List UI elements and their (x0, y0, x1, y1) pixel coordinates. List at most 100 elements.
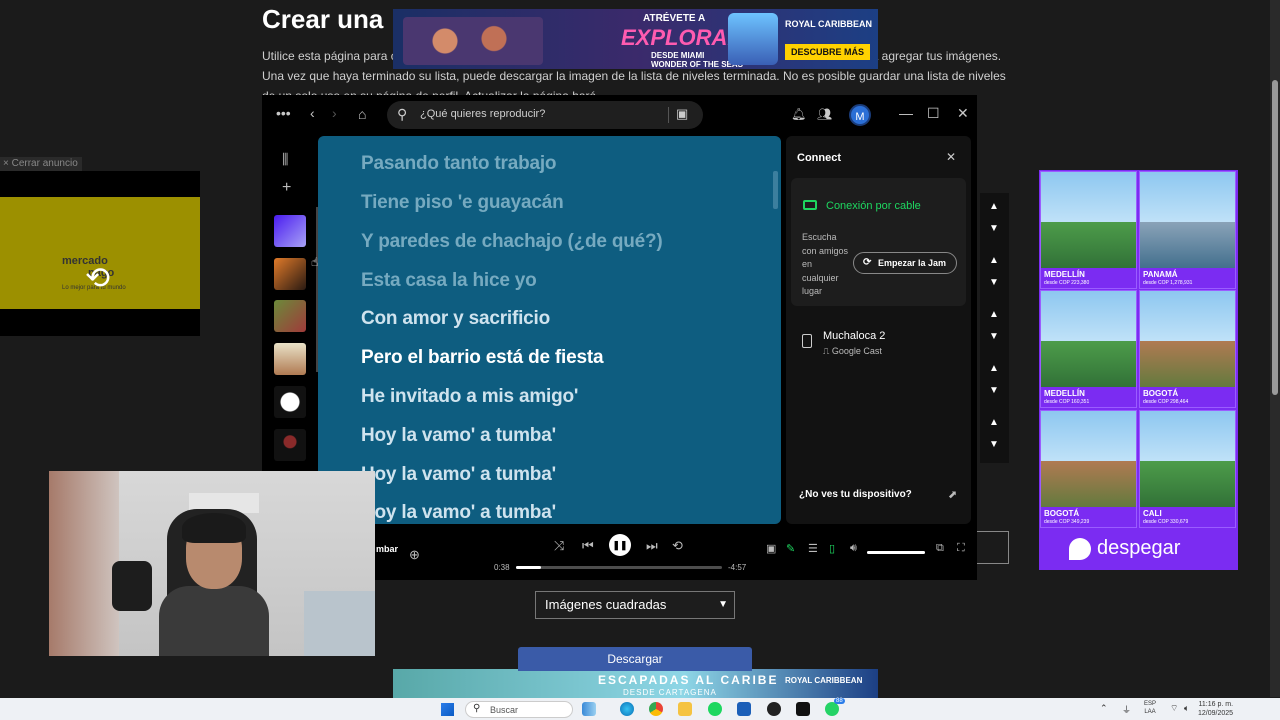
progress-bar[interactable] (516, 566, 722, 569)
close-icon[interactable]: ✕ (957, 105, 969, 122)
bottom-banner-ad[interactable]: ESCAPADAS AL CARIBE DESDE CARTAGENA ROYA… (393, 669, 878, 699)
more-options-icon[interactable]: ••• (276, 105, 291, 121)
speaker-icon[interactable]: 🔈︎ (1184, 703, 1189, 714)
spotify-search[interactable]: ⚲ ¿Qué quieres reproducir? ▣ (387, 101, 703, 129)
no-device-link[interactable]: ¿No ves tu dispositivo? (799, 489, 912, 500)
artist-cover[interactable] (274, 386, 306, 418)
close-ad-button[interactable]: × Cerrar anuncio (0, 157, 82, 171)
mini-player-icon[interactable]: ⧉ (936, 542, 944, 555)
volume-slider[interactable] (867, 551, 925, 554)
move-down-icon[interactable]: ▼ (989, 331, 999, 342)
move-down-icon[interactable]: ▼ (989, 385, 999, 396)
notification-badge: 88 (834, 698, 845, 704)
artist-cover[interactable] (274, 429, 306, 461)
previous-icon[interactable]: ⏮︎ (582, 538, 594, 554)
move-up-icon[interactable]: ▲ (989, 363, 999, 374)
left-ad[interactable]: mercado pago Lo mejor para tu mundo ⟲ (0, 171, 200, 336)
file-explorer-icon[interactable] (678, 702, 692, 716)
wired-connection-card[interactable]: Conexión por cable Escucha con amigos en… (791, 178, 966, 306)
back-icon[interactable]: ‹ (310, 105, 315, 121)
ad-tile-2[interactable]: PANAMÁ desde COP 1,278,931 (1139, 171, 1236, 289)
move-up-icon[interactable]: ▲ (989, 201, 999, 212)
scrollbar-thumb[interactable] (1272, 80, 1278, 395)
lyric-line[interactable]: Con amor y sacrificio (361, 308, 550, 330)
lyric-line[interactable]: Hoy la vamo' a tumba' (361, 464, 556, 486)
ad-cta-button[interactable]: DESCUBRE MÁS (785, 44, 871, 60)
artist-cover[interactable] (274, 343, 306, 375)
add-icon[interactable]: + (282, 179, 291, 197)
browse-icon[interactable]: ▣ (676, 106, 688, 122)
library-icon[interactable]: ⫼ (282, 151, 288, 168)
queue-icon[interactable]: ☰ (808, 542, 818, 555)
lyric-line[interactable]: Pasando tanto trabajo (361, 153, 557, 175)
windows-start-icon[interactable] (441, 703, 454, 716)
chrome-icon[interactable] (649, 702, 663, 716)
repeat-icon[interactable]: ⟲ (672, 538, 683, 554)
track-label-partial[interactable]: mbar (376, 544, 398, 554)
lyric-line[interactable]: Esta casa la hice yo (361, 270, 537, 292)
liked-songs-cover[interactable] (274, 215, 306, 247)
whatsapp-icon[interactable] (825, 702, 839, 716)
image-shape-select[interactable]: Imágenes cuadradas ▼ (535, 591, 735, 619)
device-name[interactable]: Muchaloca 2 (823, 330, 885, 342)
ad-tile-3[interactable]: MEDELLÍN desde COP 160,351 (1040, 290, 1137, 408)
chevron-up-icon[interactable]: ⌃ (1100, 703, 1108, 714)
store-icon[interactable] (737, 702, 751, 716)
usb-icon[interactable]: ⏚ (1122, 703, 1131, 716)
tiktok-icon[interactable] (796, 702, 810, 716)
shuffle-icon[interactable]: ⤨ (554, 538, 564, 554)
taskbar-search[interactable]: ⚲ Buscar (465, 701, 573, 718)
move-down-icon[interactable]: ▼ (989, 223, 999, 234)
playlist-cover[interactable] (274, 258, 306, 290)
language-indicator[interactable]: ESP LAA (1144, 700, 1156, 716)
lyric-line[interactable]: Hoy la vamo' a tumba' (361, 502, 556, 524)
minimize-icon[interactable]: — (899, 105, 913, 121)
move-down-icon[interactable]: ▼ (989, 439, 999, 450)
lyrics-icon[interactable]: ✎ (786, 542, 795, 555)
ad-tile-1[interactable]: MEDELLÍN desde COP 223,380 (1040, 171, 1137, 289)
maximize-icon[interactable]: ☐ (927, 105, 940, 122)
widgets-icon[interactable] (582, 702, 596, 716)
move-up-icon[interactable]: ▲ (989, 309, 999, 320)
page-scrollbar[interactable] (1270, 0, 1280, 697)
lyric-line[interactable]: Y paredes de chachajo (¿de qué?) (361, 231, 663, 253)
ad-tile-6[interactable]: CALI desde COP 330,679 (1139, 410, 1236, 528)
next-icon[interactable]: ⏭︎ (646, 538, 658, 554)
playlist-cover[interactable] (274, 300, 306, 332)
lyric-line-current[interactable]: Pero el barrio está de fiesta (361, 347, 604, 369)
top-banner-ad[interactable]: ATRÉVETE A EXPLORAR DESDE MIAMI WONDER OF… (393, 9, 878, 69)
home-icon[interactable]: ⌂ (358, 106, 366, 122)
replay-icon[interactable]: ⟲ (85, 261, 110, 296)
taskbar-search-placeholder: Buscar (490, 705, 519, 715)
external-link-icon[interactable]: ⬈ (948, 488, 957, 501)
ad-tile-5[interactable]: BOGOTÁ desde COP 349,239 (1040, 410, 1137, 528)
start-jam-button[interactable]: ⟳ Empezar la Jam (853, 252, 957, 274)
lyric-line[interactable]: Tiene piso 'e guayacán (361, 192, 564, 214)
friends-icon[interactable]: 👥︎ (817, 107, 832, 121)
despegar-banner[interactable]: despegar (1039, 530, 1238, 570)
bell-icon[interactable]: 🔔︎ (791, 107, 806, 121)
add-to-library-icon[interactable]: ⊕ (409, 547, 420, 563)
app-icon[interactable] (767, 702, 781, 716)
clock[interactable]: 11:16 p. m. 12/09/2025 (1198, 700, 1233, 718)
edge-icon[interactable] (620, 702, 634, 716)
move-down-icon[interactable]: ▼ (989, 277, 999, 288)
search-divider (668, 107, 669, 123)
now-playing-view-icon[interactable]: ▣ (766, 542, 776, 555)
lyrics-scrollbar[interactable] (773, 171, 778, 209)
spotify-icon[interactable] (708, 702, 722, 716)
ad-tile-4[interactable]: BOGOTÁ desde COP 298,464 (1139, 290, 1236, 408)
wifi-icon[interactable]: ⌔ (1170, 703, 1178, 714)
close-icon[interactable]: ✕ (946, 150, 956, 164)
connect-device-icon[interactable]: ▯ (829, 542, 835, 555)
move-up-icon[interactable]: ▲ (989, 417, 999, 428)
forward-icon[interactable]: › (332, 105, 337, 121)
avatar[interactable]: M (849, 104, 871, 126)
pause-button[interactable]: ❚❚ (609, 534, 631, 556)
move-up-icon[interactable]: ▲ (989, 255, 999, 266)
lyric-line[interactable]: He invitado a mis amigo' (361, 386, 578, 408)
fullscreen-icon[interactable]: ⛶ (957, 542, 965, 555)
download-button[interactable]: Descargar (518, 647, 752, 671)
lyric-line[interactable]: Hoy la vamo' a tumba' (361, 425, 556, 447)
volume-icon[interactable]: 🔊︎ (850, 542, 857, 555)
